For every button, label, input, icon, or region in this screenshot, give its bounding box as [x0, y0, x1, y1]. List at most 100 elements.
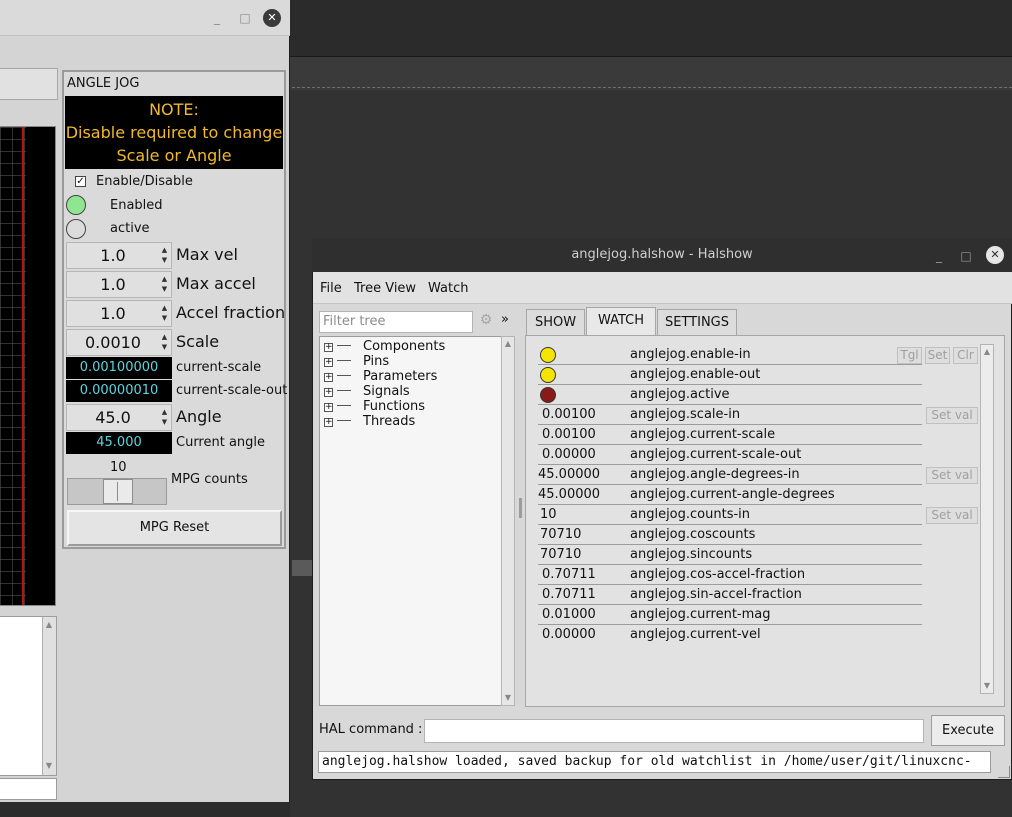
menu-watch[interactable]: Watch [428, 281, 468, 296]
expand-icon[interactable]: + [324, 388, 333, 397]
tab-strip[interactable] [0, 68, 58, 100]
status-text: anglejog.halshow loaded, saved backup fo… [318, 751, 991, 773]
max-accel-value[interactable]: 1.0 [67, 272, 159, 297]
pane-sash[interactable] [519, 498, 522, 518]
watch-row-value: 10 [540, 507, 557, 522]
expand-icon[interactable]: + [324, 403, 333, 412]
scope-blank [26, 127, 55, 605]
spin-arrows-icon[interactable]: ▲ ▼ [159, 407, 170, 427]
note-line-1: NOTE: [149, 100, 199, 119]
note-line-2: Disable required to change [65, 123, 283, 142]
pyvcp-titlebar[interactable]: _ □ ✕ [0, 0, 290, 36]
maximize-icon[interactable]: □ [236, 9, 254, 27]
scope-plot [0, 126, 56, 606]
mpg-counts-label: MPG counts [171, 472, 248, 487]
max-vel-value[interactable]: 1.0 [67, 243, 159, 268]
spin-arrows-icon[interactable]: ▲ ▼ [159, 303, 170, 323]
accel-fraction-value[interactable]: 1.0 [67, 301, 159, 326]
watch-row-value: 0.00100 [542, 427, 596, 442]
gear-icon[interactable]: ⚙ [478, 312, 494, 330]
current-scale-out-display: 0.00000010 [66, 380, 172, 402]
set-val-button[interactable]: Set val [926, 467, 978, 484]
watch-row: 0.00100 anglejog.scale-in [538, 405, 922, 425]
clear-button[interactable]: Clr [953, 347, 978, 364]
enabled-led-label: Enabled [110, 198, 163, 213]
scale-spinbox[interactable]: 0.0010 ▲ ▼ [66, 329, 172, 356]
watch-row-name: anglejog.cos-accel-fraction [630, 567, 806, 582]
spin-arrows-icon[interactable]: ▲ ▼ [159, 332, 170, 352]
background-handle [292, 560, 312, 576]
minimize-icon[interactable]: _ [930, 247, 948, 265]
tree-item-functions[interactable]: + Functions [324, 399, 425, 414]
expand-icon[interactable]: + [324, 373, 333, 382]
expand-icon[interactable]: + [324, 418, 333, 427]
toggle-button[interactable]: Tgl [897, 347, 922, 364]
mpg-slider-value: 10 [110, 460, 127, 475]
tab-show[interactable]: SHOW [526, 309, 585, 336]
watch-row-name: anglejog.enable-in [630, 347, 751, 362]
minimize-icon[interactable]: _ [208, 9, 226, 27]
execute-button[interactable]: Execute [931, 715, 1005, 746]
current-scale-out-label: current-scale-out [176, 383, 288, 398]
watch-row: 0.00100 anglejog.current-scale [538, 425, 922, 445]
tree-item-components[interactable]: + Components [324, 339, 445, 354]
scroll-up-icon[interactable]: ▲ [43, 619, 55, 631]
halshow-titlebar[interactable]: anglejog.halshow - Halshow _ □ ✕ [312, 238, 1012, 272]
max-vel-spinbox[interactable]: 1.0 ▲ ▼ [66, 242, 172, 269]
scroll-down-icon[interactable]: ▼ [981, 680, 993, 692]
watch-scrollbar[interactable]: ▲ ▼ [980, 344, 994, 694]
accel-fraction-spinbox[interactable]: 1.0 ▲ ▼ [66, 300, 172, 327]
watch-row: 0.70711 anglejog.cos-accel-fraction [538, 565, 922, 585]
set-val-button[interactable]: Set val [926, 407, 978, 424]
textarea-scrollbar[interactable]: ▲ ▼ [42, 617, 56, 775]
enable-checkbox[interactable]: ✓ [75, 176, 86, 187]
watch-row-value: 0.01000 [542, 607, 596, 622]
tab-watch[interactable]: WATCH [586, 307, 656, 336]
resize-grip-icon[interactable] [998, 766, 1010, 778]
expand-icon[interactable]: + [324, 358, 333, 367]
enable-checkbox-label[interactable]: Enable/Disable [96, 174, 193, 189]
current-angle-display: 45.000 [66, 432, 172, 454]
expand-icon[interactable]: + [324, 343, 333, 352]
maximize-icon[interactable]: □ [957, 247, 975, 265]
tree-item-parameters[interactable]: + Parameters [324, 369, 437, 384]
angle-spinbox[interactable]: 45.0 ▲ ▼ [66, 404, 172, 431]
tree-scrollbar[interactable]: ▲ ▼ [501, 336, 515, 706]
close-icon[interactable]: ✕ [263, 9, 281, 27]
background-app-titlebar [290, 0, 1012, 56]
scale-value[interactable]: 0.0010 [67, 330, 159, 355]
status-field [0, 778, 57, 800]
panel-title: ANGLE JOG [67, 76, 140, 91]
tab-settings[interactable]: SETTINGS [657, 309, 737, 336]
tree-item-signals[interactable]: + Signals [324, 384, 410, 399]
scroll-up-icon[interactable]: ▲ [981, 346, 993, 358]
watch-row-value: 45.00000 [538, 487, 601, 502]
scroll-down-icon[interactable]: ▼ [502, 692, 514, 704]
mpg-reset-button[interactable]: MPG Reset [67, 510, 282, 546]
menu-tree-view[interactable]: Tree View [354, 281, 416, 296]
set-button[interactable]: Set [925, 347, 950, 364]
watch-row: anglejog.enable-in [538, 345, 922, 365]
close-icon[interactable]: ✕ [986, 246, 1004, 264]
watch-row: 10 anglejog.counts-in [538, 505, 922, 525]
scroll-up-icon[interactable]: ▲ [502, 338, 514, 350]
max-accel-spinbox[interactable]: 1.0 ▲ ▼ [66, 271, 172, 298]
angle-value[interactable]: 45.0 [67, 405, 159, 430]
spin-arrows-icon[interactable]: ▲ ▼ [159, 245, 170, 265]
spin-arrows-icon[interactable]: ▲ ▼ [159, 274, 170, 294]
enable-out-led [540, 367, 556, 383]
menubar: File Tree View Watch [313, 272, 1012, 304]
menu-file[interactable]: File [320, 281, 342, 296]
watch-row: 0.01000 anglejog.current-mag [538, 605, 922, 625]
watch-row-name: anglejog.counts-in [630, 507, 751, 522]
set-val-button[interactable]: Set val [926, 507, 978, 524]
active-led [66, 219, 86, 239]
expand-more-icon[interactable]: » [501, 312, 509, 327]
tree-item-pins[interactable]: + Pins [324, 354, 389, 369]
hal-command-input[interactable] [424, 719, 924, 743]
filter-tree-input[interactable]: Filter tree [319, 311, 473, 333]
tree-item-threads[interactable]: + Threads [324, 414, 415, 429]
scroll-down-icon[interactable]: ▼ [43, 760, 55, 772]
mpg-slider-handle[interactable] [103, 479, 133, 504]
watch-row-name: anglejog.sincounts [630, 547, 753, 562]
